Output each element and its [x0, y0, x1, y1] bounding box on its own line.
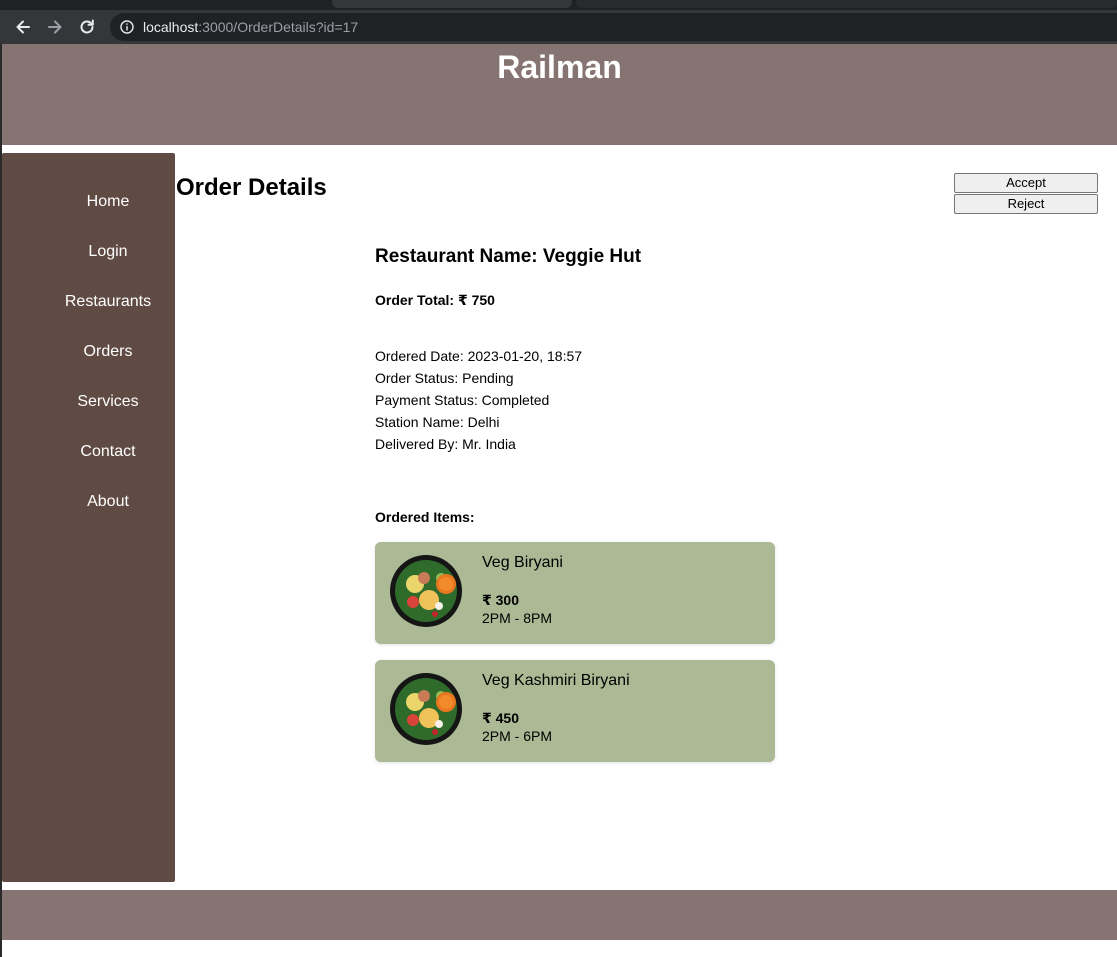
restaurant-name: Restaurant Name: Veggie Hut: [375, 246, 642, 267]
item-price: ₹ 300: [482, 592, 519, 608]
food-bowl-image: [390, 555, 462, 627]
food-bowl-image: [390, 673, 462, 745]
address-bar[interactable]: localhost:3000/OrderDetails?id=17: [110, 13, 1117, 41]
info-icon[interactable]: [120, 20, 134, 34]
order-item-card: Veg Kashmiri Biryani ₹ 450 2PM - 6PM: [375, 660, 775, 762]
order-status: Order Status: Pending: [375, 370, 514, 386]
payment-status: Payment Status: Completed: [375, 392, 550, 408]
page-title: Order Details: [176, 174, 327, 201]
browser-chrome: localhost:3000/OrderDetails?id=17: [0, 0, 1117, 44]
tab-strip: [0, 0, 1117, 10]
item-time: 2PM - 6PM: [482, 728, 553, 744]
forward-button[interactable]: [44, 16, 66, 38]
back-button[interactable]: [12, 16, 34, 38]
forward-arrow-icon: [48, 20, 62, 34]
delivered-by: Delivered By: Mr. India: [375, 436, 516, 452]
sidebar-item-about[interactable]: About: [2, 492, 214, 512]
sidebar-item-login[interactable]: Login: [2, 242, 214, 262]
url-text: localhost:3000/OrderDetails?id=17: [143, 19, 358, 35]
app-header: Railman: [2, 44, 1117, 145]
app-title: Railman: [497, 49, 622, 85]
reject-button[interactable]: Reject: [954, 194, 1098, 214]
order-item-card: Veg Biryani ₹ 300 2PM - 8PM: [375, 542, 775, 644]
station-name: Station Name: Delhi: [375, 414, 500, 430]
url-path: :3000/OrderDetails?id=17: [198, 19, 359, 35]
accept-button[interactable]: Accept: [954, 173, 1098, 193]
back-arrow-icon: [16, 20, 30, 34]
order-total: Order Total: ₹ 750: [375, 292, 495, 308]
sidebar-item-contact[interactable]: Contact: [2, 442, 214, 462]
sidebar-item-services[interactable]: Services: [2, 392, 214, 412]
reload-button[interactable]: [76, 16, 98, 38]
sidebar-item-restaurants[interactable]: Restaurants: [2, 292, 214, 312]
reload-icon: [80, 19, 94, 34]
browser-tab[interactable]: [576, 0, 1117, 8]
url-host: localhost: [143, 19, 199, 35]
item-time: 2PM - 8PM: [482, 610, 553, 626]
item-price: ₹ 450: [482, 710, 519, 726]
browser-tab-active[interactable]: [332, 0, 572, 8]
item-name: Veg Biryani: [482, 554, 563, 571]
ordered-items-heading: Ordered Items:: [375, 509, 475, 525]
app-footer: [2, 890, 1117, 940]
item-name: Veg Kashmiri Biryani: [482, 672, 630, 689]
sidebar-item-orders[interactable]: Orders: [2, 342, 214, 362]
sidebar: Home Login Restaurants Orders Services C…: [2, 153, 175, 882]
ordered-date: Ordered Date: 2023-01-20, 18:57: [375, 348, 583, 364]
